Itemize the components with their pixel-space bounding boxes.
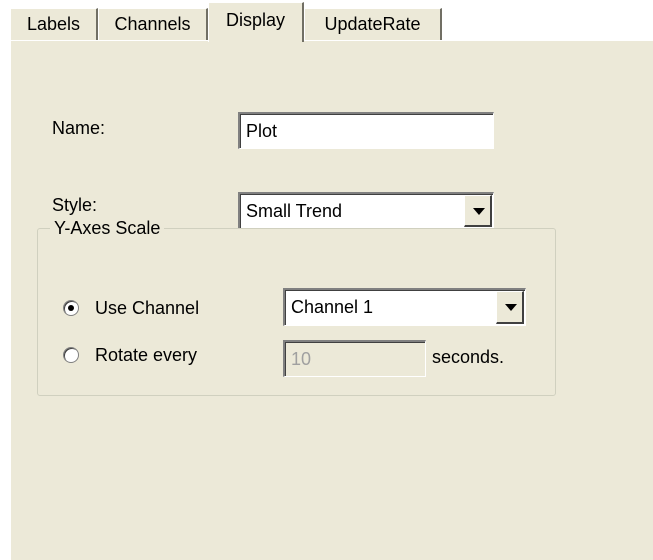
- seconds-unit-label: seconds.: [432, 347, 505, 367]
- channel-combobox-value: Channel 1: [291, 297, 374, 317]
- channel-combobox[interactable]: Channel 1: [283, 288, 526, 326]
- radio-selected-dot: [68, 305, 74, 311]
- tab-labels[interactable]: Labels: [10, 8, 98, 40]
- name-label: Name:: [52, 118, 106, 138]
- style-combobox-value: Small Trend: [246, 201, 343, 221]
- use-channel-radio[interactable]: [63, 300, 79, 316]
- style-dropdown-button[interactable]: [464, 195, 492, 227]
- rotate-seconds-input[interactable]: 10: [283, 340, 426, 377]
- use-channel-label[interactable]: Use Channel: [95, 298, 199, 319]
- name-input[interactable]: Plot: [238, 112, 494, 149]
- chevron-down-icon: [505, 304, 517, 311]
- style-label: Style:: [52, 195, 98, 215]
- y-axes-scale-title: Y-Axes Scale: [50, 218, 165, 239]
- tab-updaterate[interactable]: UpdateRate: [304, 8, 442, 40]
- channel-dropdown-button[interactable]: [496, 291, 524, 324]
- style-combobox[interactable]: Small Trend: [238, 192, 494, 229]
- tab-channels[interactable]: Channels: [98, 8, 208, 40]
- tab-strip: Labels Channels Display UpdateRate: [0, 0, 653, 42]
- display-settings-dialog: Labels Channels Display UpdateRate Name:…: [0, 0, 653, 560]
- tab-display[interactable]: Display: [208, 2, 304, 42]
- chevron-down-icon: [473, 208, 485, 215]
- rotate-every-radio[interactable]: [63, 347, 79, 363]
- rotate-every-label[interactable]: Rotate every: [95, 345, 197, 366]
